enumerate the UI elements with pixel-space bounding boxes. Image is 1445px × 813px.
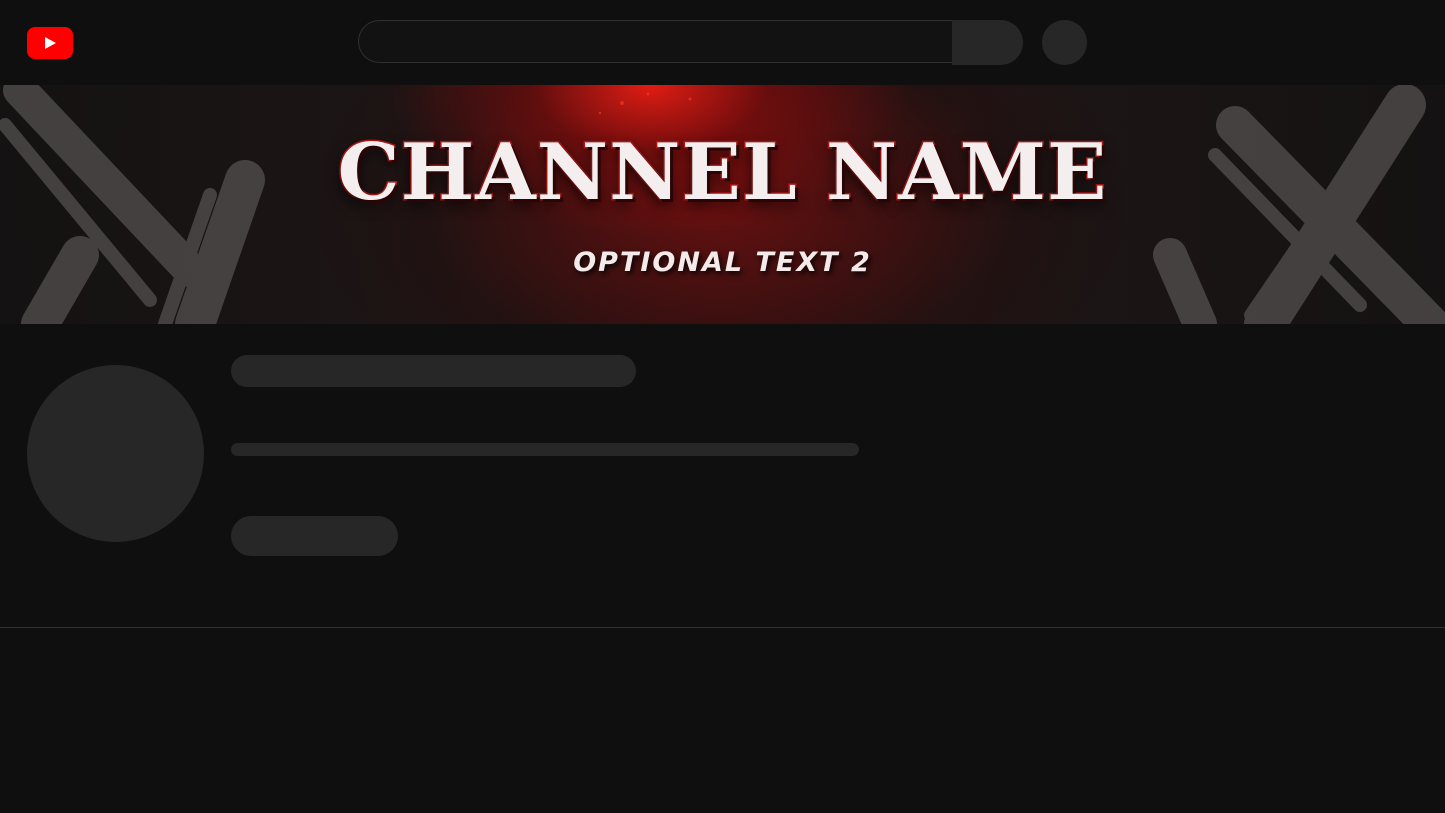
search-box[interactable]: [358, 20, 952, 63]
channel-avatar[interactable]: [27, 365, 204, 542]
channel-description-placeholder: [231, 443, 859, 456]
subscribe-button-placeholder[interactable]: [231, 516, 398, 556]
youtube-channel-page: CHANNEL NAME OPTIONAL TEXT 2: [0, 0, 1445, 813]
search-input[interactable]: [359, 21, 952, 62]
youtube-logo-icon[interactable]: [27, 27, 73, 59]
banner-title: CHANNEL NAME: [336, 126, 1108, 220]
play-icon: [45, 37, 56, 49]
search-button[interactable]: [952, 20, 1023, 65]
top-bar: [0, 0, 1445, 85]
account-avatar[interactable]: [1042, 20, 1087, 65]
channel-name-placeholder: [231, 355, 636, 387]
divider: [0, 627, 1445, 628]
channel-banner: CHANNEL NAME OPTIONAL TEXT 2: [0, 85, 1445, 324]
banner-subtitle: OPTIONAL TEXT 2: [573, 247, 872, 278]
